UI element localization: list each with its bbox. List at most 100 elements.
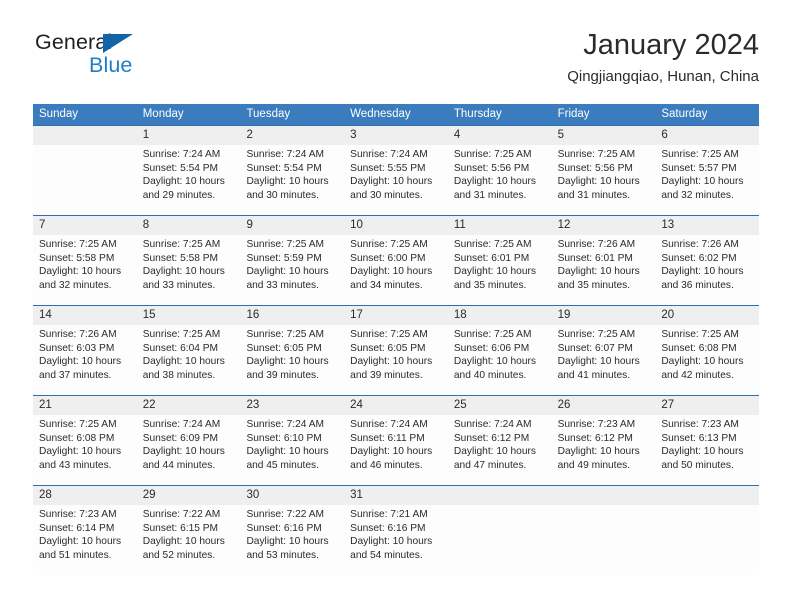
sunrise-text: Sunrise: 7:24 AM xyxy=(350,149,428,160)
day-number[interactable]: 16 xyxy=(240,306,344,325)
day-number[interactable]: 20 xyxy=(655,306,759,325)
day-number[interactable]: 19 xyxy=(552,306,656,325)
day-cell[interactable]: Sunrise: 7:22 AM Sunset: 6:15 PM Dayligh… xyxy=(137,505,241,575)
day-number[interactable]: 26 xyxy=(552,396,656,415)
day-number[interactable]: 7 xyxy=(33,216,137,235)
day-cell[interactable] xyxy=(448,505,552,575)
day-number[interactable]: 23 xyxy=(240,396,344,415)
day-cell[interactable]: Sunrise: 7:25 AM Sunset: 5:58 PM Dayligh… xyxy=(137,235,241,305)
day-number[interactable]: 11 xyxy=(448,216,552,235)
day-cell[interactable]: Sunrise: 7:24 AM Sunset: 5:55 PM Dayligh… xyxy=(344,145,448,215)
day-number[interactable]: 30 xyxy=(240,486,344,505)
daylight-text-line2: and 54 minutes. xyxy=(350,549,423,561)
day-cell[interactable]: Sunrise: 7:26 AM Sunset: 6:02 PM Dayligh… xyxy=(655,235,759,305)
day-cell[interactable]: Sunrise: 7:23 AM Sunset: 6:12 PM Dayligh… xyxy=(552,415,656,485)
daylight-text-line1: Daylight: 10 hours xyxy=(142,176,225,188)
day-cell[interactable]: Sunrise: 7:24 AM Sunset: 6:12 PM Dayligh… xyxy=(448,415,552,485)
day-cell[interactable]: Sunrise: 7:23 AM Sunset: 6:14 PM Dayligh… xyxy=(33,505,137,575)
day-number[interactable]: 29 xyxy=(137,486,241,505)
day-number[interactable]: 27 xyxy=(655,396,759,415)
day-cell[interactable]: Sunrise: 7:24 AM Sunset: 5:54 PM Dayligh… xyxy=(240,145,344,215)
daylight-text-line2: and 41 minutes. xyxy=(557,369,631,381)
day-number[interactable]: 31 xyxy=(344,486,448,505)
day-number[interactable]: 4 xyxy=(448,126,552,145)
day-number[interactable]: 1 xyxy=(137,126,241,145)
day-cell[interactable]: Sunrise: 7:25 AM Sunset: 5:58 PM Dayligh… xyxy=(33,235,137,305)
daylight-text-line2: and 32 minutes. xyxy=(39,279,112,291)
day-cell[interactable]: Sunrise: 7:25 AM Sunset: 6:08 PM Dayligh… xyxy=(33,415,137,485)
sunset-text: Sunset: 6:07 PM xyxy=(557,342,633,354)
day-cell[interactable]: Sunrise: 7:25 AM Sunset: 6:07 PM Dayligh… xyxy=(552,325,656,395)
sunrise-text: Sunrise: 7:25 AM xyxy=(246,329,325,340)
day-cell[interactable]: Sunrise: 7:25 AM Sunset: 6:00 PM Dayligh… xyxy=(344,235,448,305)
day-number[interactable] xyxy=(33,126,137,145)
sunrise-text: Sunrise: 7:25 AM xyxy=(557,329,636,340)
sunset-text: Sunset: 6:03 PM xyxy=(39,342,115,354)
daylight-text-line2: and 47 minutes. xyxy=(453,459,527,471)
day-cell[interactable]: Sunrise: 7:24 AM Sunset: 6:09 PM Dayligh… xyxy=(137,415,241,485)
day-number[interactable]: 14 xyxy=(33,306,137,325)
day-number[interactable]: 21 xyxy=(33,396,137,415)
day-cell[interactable]: Sunrise: 7:25 AM Sunset: 6:08 PM Dayligh… xyxy=(655,325,759,395)
day-cell[interactable] xyxy=(33,145,137,215)
day-number[interactable] xyxy=(552,486,656,505)
day-number[interactable]: 13 xyxy=(655,216,759,235)
day-cell[interactable] xyxy=(552,505,656,575)
day-number[interactable]: 10 xyxy=(344,216,448,235)
sunrise-text: Sunrise: 7:24 AM xyxy=(453,419,532,430)
day-cell[interactable]: Sunrise: 7:25 AM Sunset: 6:06 PM Dayligh… xyxy=(448,325,552,395)
day-cell[interactable]: Sunrise: 7:24 AM Sunset: 5:54 PM Dayligh… xyxy=(137,145,241,215)
sunrise-text: Sunrise: 7:25 AM xyxy=(350,239,428,250)
day-cell[interactable] xyxy=(655,505,759,575)
day-cell[interactable]: Sunrise: 7:23 AM Sunset: 6:13 PM Dayligh… xyxy=(655,415,759,485)
sunset-text: Sunset: 6:05 PM xyxy=(350,342,426,354)
day-number[interactable] xyxy=(655,486,759,505)
day-number[interactable]: 15 xyxy=(137,306,241,325)
day-cell[interactable]: Sunrise: 7:25 AM Sunset: 6:01 PM Dayligh… xyxy=(448,235,552,305)
day-cell[interactable]: Sunrise: 7:25 AM Sunset: 5:57 PM Dayligh… xyxy=(655,145,759,215)
day-cell[interactable]: Sunrise: 7:21 AM Sunset: 6:16 PM Dayligh… xyxy=(344,505,448,575)
daylight-text-line1: Daylight: 10 hours xyxy=(350,446,433,458)
day-cell[interactable]: Sunrise: 7:22 AM Sunset: 6:16 PM Dayligh… xyxy=(240,505,344,575)
sunrise-text: Sunrise: 7:25 AM xyxy=(142,329,221,340)
brand-name-blue: Blue xyxy=(89,53,133,77)
daylight-text-line1: Daylight: 10 hours xyxy=(453,266,536,278)
general-blue-logo[interactable]: General Blue xyxy=(33,28,263,86)
day-cell[interactable]: Sunrise: 7:25 AM Sunset: 5:56 PM Dayligh… xyxy=(552,145,656,215)
day-number[interactable]: 5 xyxy=(552,126,656,145)
day-number[interactable]: 24 xyxy=(344,396,448,415)
day-number[interactable]: 28 xyxy=(33,486,137,505)
calendar-week-row: 7 8 9 10 11 12 13 Sunrise: 7:25 AM Sunse… xyxy=(33,215,759,305)
day-number[interactable]: 8 xyxy=(137,216,241,235)
sunrise-text: Sunrise: 7:25 AM xyxy=(39,239,117,250)
daylight-text-line1: Daylight: 10 hours xyxy=(557,176,640,188)
day-cell[interactable]: Sunrise: 7:26 AM Sunset: 6:03 PM Dayligh… xyxy=(33,325,137,395)
day-cell[interactable]: Sunrise: 7:25 AM Sunset: 5:59 PM Dayligh… xyxy=(240,235,344,305)
day-cell[interactable]: Sunrise: 7:25 AM Sunset: 6:04 PM Dayligh… xyxy=(137,325,241,395)
day-number[interactable]: 17 xyxy=(344,306,448,325)
day-cell[interactable]: Sunrise: 7:25 AM Sunset: 5:56 PM Dayligh… xyxy=(448,145,552,215)
daylight-text-line2: and 44 minutes. xyxy=(142,459,216,471)
day-number[interactable]: 6 xyxy=(655,126,759,145)
day-number[interactable]: 18 xyxy=(448,306,552,325)
daylight-text-line1: Daylight: 10 hours xyxy=(557,446,640,458)
calendar-grid: Sunday Monday Tuesday Wednesday Thursday… xyxy=(33,104,759,575)
daylight-text-line1: Daylight: 10 hours xyxy=(142,356,225,368)
day-cell[interactable]: Sunrise: 7:24 AM Sunset: 6:10 PM Dayligh… xyxy=(240,415,344,485)
day-cell[interactable]: Sunrise: 7:24 AM Sunset: 6:11 PM Dayligh… xyxy=(344,415,448,485)
week-detail-band: Sunrise: 7:23 AM Sunset: 6:14 PM Dayligh… xyxy=(33,505,759,575)
sunrise-text: Sunrise: 7:25 AM xyxy=(39,419,117,430)
day-cell[interactable]: Sunrise: 7:25 AM Sunset: 6:05 PM Dayligh… xyxy=(240,325,344,395)
weekday-header-sunday: Sunday xyxy=(39,108,79,120)
page-header: General Blue January 2024 Qingjiangqiao,… xyxy=(33,28,759,98)
day-number[interactable] xyxy=(448,486,552,505)
day-number[interactable]: 3 xyxy=(344,126,448,145)
day-number[interactable]: 12 xyxy=(552,216,656,235)
day-number[interactable]: 9 xyxy=(240,216,344,235)
daylight-text-line2: and 32 minutes. xyxy=(661,189,734,201)
day-cell[interactable]: Sunrise: 7:26 AM Sunset: 6:01 PM Dayligh… xyxy=(552,235,656,305)
day-number[interactable]: 25 xyxy=(448,396,552,415)
day-number[interactable]: 2 xyxy=(240,126,344,145)
day-cell[interactable]: Sunrise: 7:25 AM Sunset: 6:05 PM Dayligh… xyxy=(344,325,448,395)
day-number[interactable]: 22 xyxy=(137,396,241,415)
